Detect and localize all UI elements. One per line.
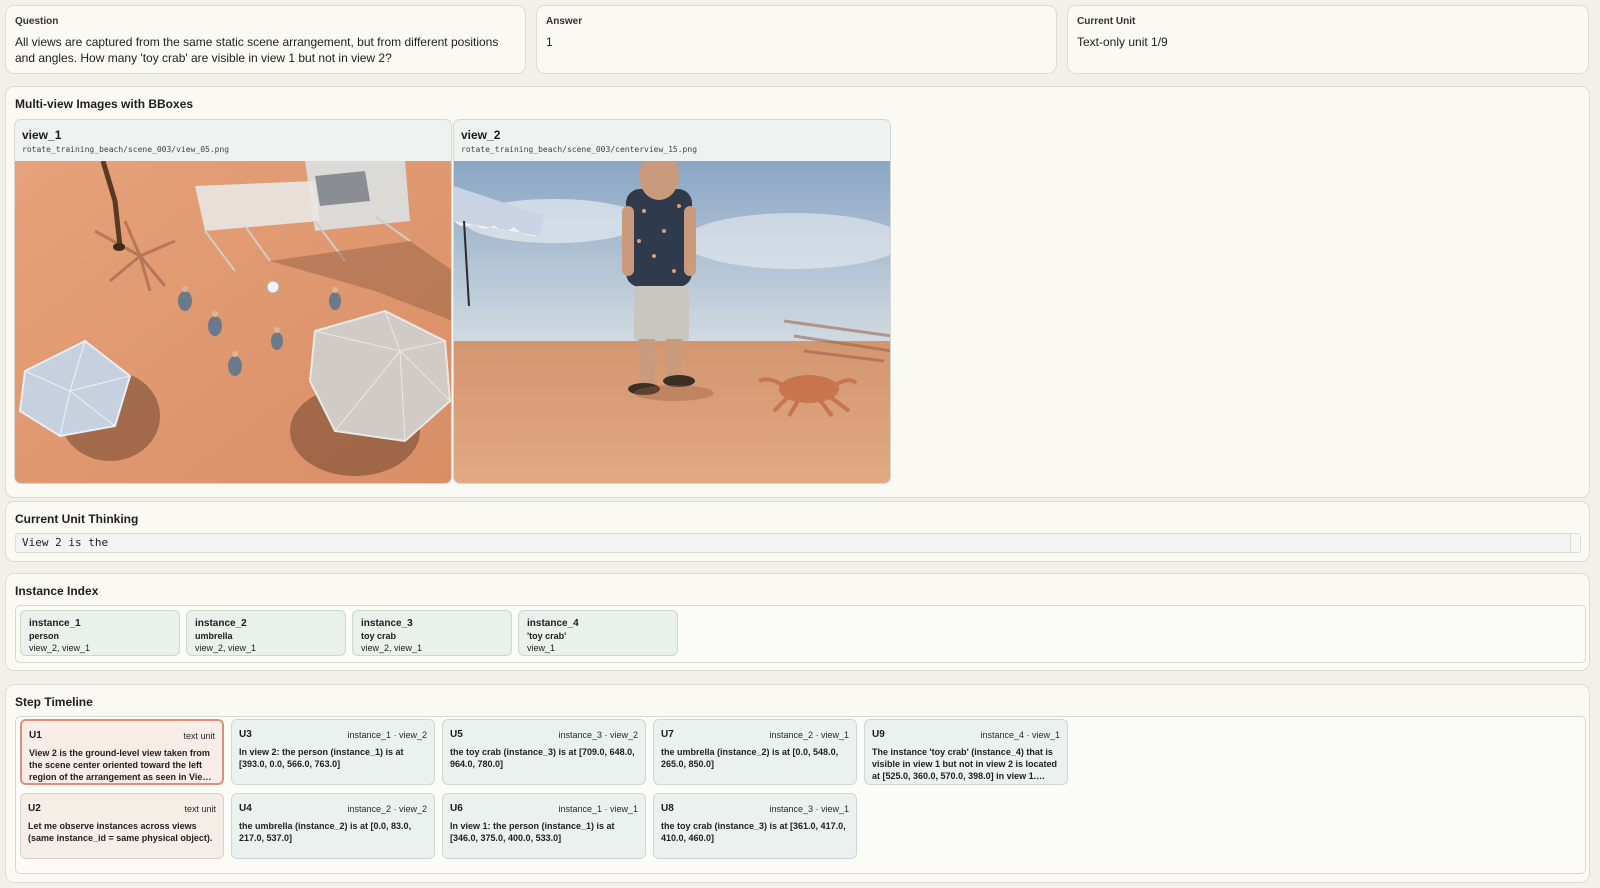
instance-views: view_2, view_1 xyxy=(29,643,91,653)
thinking-scrollbar[interactable] xyxy=(1570,534,1580,552)
view-card-1: view_1 rotate_training_beach/scene_003/v… xyxy=(14,119,452,484)
instance-index-list: instance_1 person view_2, view_1 instanc… xyxy=(15,605,1586,663)
instance-views: view_2, view_1 xyxy=(195,643,257,653)
view-1-image xyxy=(15,161,451,483)
instance-card[interactable]: instance_3 toy crab view_2, view_1 xyxy=(352,610,512,656)
step-meta: instance_1 · view_2 xyxy=(347,730,427,740)
view-1-name: view_1 xyxy=(22,128,62,142)
step-text: In view 2: the person (instance_1) is at… xyxy=(239,747,404,769)
step-meta: instance_2 · view_1 xyxy=(769,730,849,740)
current-unit-text: Text-only unit 1/9 xyxy=(1077,35,1168,49)
current-unit-label: Current Unit xyxy=(1077,16,1136,27)
instance-id: instance_2 xyxy=(195,618,247,629)
view-2-image xyxy=(454,161,890,483)
step-id: U4 xyxy=(239,803,252,814)
multiview-panel: Multi-view Images with BBoxes view_1 rot… xyxy=(5,86,1590,498)
thinking-title: Current Unit Thinking xyxy=(15,512,139,526)
answer-panel: Answer 1 xyxy=(536,5,1057,74)
answer-text: 1 xyxy=(546,35,553,49)
current-unit-panel: Current Unit Text-only unit 1/9 xyxy=(1067,5,1589,74)
step-timeline-panel: Step Timeline U1 text unit View 2 is the… xyxy=(5,684,1590,883)
view-2-name: view_2 xyxy=(461,128,501,142)
step-id: U8 xyxy=(661,803,674,814)
step-id: U7 xyxy=(661,729,674,740)
thinking-textbox[interactable]: View 2 is the xyxy=(15,533,1581,553)
step-card-U6[interactable]: U6 instance_1 · view_1 In view 1: the pe… xyxy=(442,793,646,859)
instance-id: instance_4 xyxy=(527,618,579,629)
step-card-U1[interactable]: U1 text unit View 2 is the ground-level … xyxy=(20,719,224,785)
step-text: In view 1: the person (instance_1) is at… xyxy=(450,821,615,843)
step-text: The instance 'toy crab' (instance_4) tha… xyxy=(872,747,1058,781)
step-meta: instance_2 · view_2 xyxy=(347,804,427,814)
step-text: the umbrella (instance_2) is at [0.0, 54… xyxy=(661,747,839,769)
thinking-text: View 2 is the xyxy=(22,536,109,549)
step-id: U2 xyxy=(28,803,41,814)
view-2-path: rotate_training_beach/scene_003/centervi… xyxy=(461,145,698,154)
step-id: U9 xyxy=(872,729,885,740)
view-card-2: view_2 rotate_training_beach/scene_003/c… xyxy=(453,119,891,484)
step-id: U1 xyxy=(29,730,42,741)
step-meta: instance_3 · view_2 xyxy=(558,730,638,740)
instance-id: instance_1 xyxy=(29,618,81,629)
step-meta: text unit xyxy=(183,731,215,741)
instance-views: view_2, view_1 xyxy=(361,643,423,653)
instance-index-panel: Instance Index instance_1 person view_2,… xyxy=(5,573,1590,671)
step-id: U6 xyxy=(450,803,463,814)
step-text: the umbrella (instance_2) is at [0.0, 83… xyxy=(239,821,412,843)
step-id: U5 xyxy=(450,729,463,740)
instance-id: instance_3 xyxy=(361,618,413,629)
question-panel: Question All views are captured from the… xyxy=(5,5,526,74)
step-timeline-title: Step Timeline xyxy=(15,695,93,709)
answer-label: Answer xyxy=(546,16,583,27)
step-id: U3 xyxy=(239,729,252,740)
question-label: Question xyxy=(15,16,59,27)
instance-index-title: Instance Index xyxy=(15,584,99,598)
step-meta: text unit xyxy=(184,804,216,814)
instance-views: view_1 xyxy=(527,643,556,653)
step-card-U4[interactable]: U4 instance_2 · view_2 the umbrella (ins… xyxy=(231,793,435,859)
step-card-U9[interactable]: U9 instance_4 · view_1 The instance 'toy… xyxy=(864,719,1068,785)
step-card-U8[interactable]: U8 instance_3 · view_1 the toy crab (ins… xyxy=(653,793,857,859)
instance-card[interactable]: instance_1 person view_2, view_1 xyxy=(20,610,180,656)
instance-label: umbrella xyxy=(195,631,233,641)
step-meta: instance_1 · view_1 xyxy=(558,804,638,814)
step-card-U3[interactable]: U3 instance_1 · view_2 In view 2: the pe… xyxy=(231,719,435,785)
step-text: Let me observe instances across views (s… xyxy=(28,821,213,843)
instance-label: person xyxy=(29,631,60,641)
step-meta: instance_4 · view_1 xyxy=(980,730,1060,740)
multiview-title: Multi-view Images with BBoxes xyxy=(15,97,194,111)
instance-card[interactable]: instance_2 umbrella view_2, view_1 xyxy=(186,610,346,656)
step-card-U2[interactable]: U2 text unit Let me observe instances ac… xyxy=(20,793,224,859)
step-timeline-list: U1 text unit View 2 is the ground-level … xyxy=(15,716,1586,874)
step-card-U7[interactable]: U7 instance_2 · view_1 the umbrella (ins… xyxy=(653,719,857,785)
thinking-panel: Current Unit Thinking View 2 is the xyxy=(5,501,1590,562)
instance-card[interactable]: instance_4 'toy crab' view_1 xyxy=(518,610,678,656)
instance-label: 'toy crab' xyxy=(527,631,567,641)
step-card-U5[interactable]: U5 instance_3 · view_2 the toy crab (ins… xyxy=(442,719,646,785)
instance-label: toy crab xyxy=(361,631,397,641)
question-text: All views are captured from the same sta… xyxy=(15,35,499,65)
step-text: View 2 is the ground-level view taken fr… xyxy=(29,748,212,782)
step-meta: instance_3 · view_1 xyxy=(769,804,849,814)
view-1-path: rotate_training_beach/scene_003/view_05.… xyxy=(22,145,230,154)
step-text: the toy crab (instance_3) is at [361.0, … xyxy=(661,821,846,843)
step-text: the toy crab (instance_3) is at [709.0, … xyxy=(450,747,635,769)
